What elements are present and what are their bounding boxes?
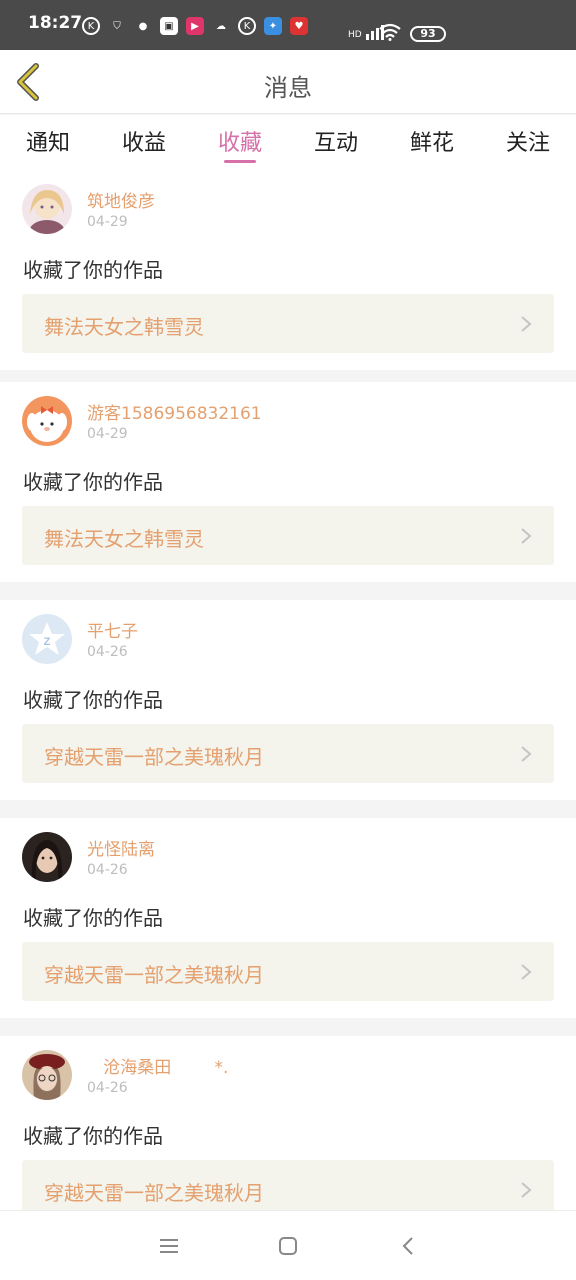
heart-app-icon: ♥ <box>290 17 308 35</box>
app-icon: ▣ <box>160 17 178 35</box>
username[interactable]: 平七子 <box>87 617 138 642</box>
username[interactable]: 游客1586956832161 <box>87 399 262 424</box>
list-item: 游客1586956832161 04-29 收藏了你的作品 舞法天女之韩雪灵 <box>0 382 576 582</box>
video-app-icon: ▶ <box>186 17 204 35</box>
date: 04-26 <box>87 1080 128 1096</box>
active-tab-indicator <box>224 160 256 163</box>
tab-flowers[interactable]: 鲜花 <box>384 125 480 157</box>
action-text: 收藏了你的作品 <box>23 906 163 930</box>
action-text: 收藏了你的作品 <box>23 1124 163 1148</box>
username[interactable]: 沧海桑田 *. <box>87 1053 228 1078</box>
username[interactable]: 筑地俊彦 <box>87 187 155 212</box>
chevron-right-icon <box>521 316 532 332</box>
work-title: 穿越天雷一部之美瑰秋月 <box>44 963 264 987</box>
work-link[interactable]: 舞法天女之韩雪灵 <box>22 294 554 353</box>
chevron-right-icon <box>521 1182 532 1198</box>
shield-icon: ⛉ <box>113 20 121 32</box>
page-title: 消息 <box>264 74 312 102</box>
avatar[interactable] <box>22 1050 72 1100</box>
notification-icons: K ⛉ ● ▣ ▶ ☁ K ✦ ♥ <box>82 16 316 36</box>
tab-favorites[interactable]: 收藏 <box>192 125 288 157</box>
chevron-right-icon <box>521 964 532 980</box>
page-header: 消息 <box>0 50 576 114</box>
avatar[interactable]: Z <box>22 614 72 664</box>
work-link[interactable]: 舞法天女之韩雪灵 <box>22 506 554 565</box>
menu-icon[interactable] <box>158 1235 180 1257</box>
wechat-icon: ● <box>138 20 148 32</box>
work-title: 穿越天雷一部之美瑰秋月 <box>44 745 264 769</box>
date: 04-29 <box>87 426 128 442</box>
list-item: 光怪陆离 04-26 收藏了你的作品 穿越天雷一部之美瑰秋月 <box>0 818 576 1018</box>
chevron-right-icon <box>521 746 532 762</box>
date: 04-29 <box>87 214 128 230</box>
tab-notice[interactable]: 通知 <box>0 125 96 157</box>
status-time: 18:27 <box>28 13 83 33</box>
work-title: 舞法天女之韩雪灵 <box>44 315 204 339</box>
date: 04-26 <box>87 644 128 660</box>
avatar[interactable] <box>22 396 72 446</box>
tab-earnings[interactable]: 收益 <box>96 125 192 157</box>
avatar[interactable] <box>22 832 72 882</box>
action-text: 收藏了你的作品 <box>23 688 163 712</box>
tab-bar: 通知 收益 收藏 互动 鲜花 关注 <box>0 115 576 170</box>
chevron-right-icon <box>521 528 532 544</box>
home-icon[interactable] <box>277 1235 299 1257</box>
tab-follow[interactable]: 关注 <box>480 125 576 157</box>
cloud-icon: ☁ <box>216 20 226 32</box>
wifi-icon <box>379 23 401 41</box>
username[interactable]: 光怪陆离 <box>87 835 155 860</box>
k-app-icon-2: K <box>238 17 256 35</box>
action-text: 收藏了你的作品 <box>23 470 163 494</box>
list-item: 沧海桑田 *. 04-26 收藏了你的作品 穿越天雷一部之美瑰秋月 <box>0 1036 576 1236</box>
battery-indicator: 93 <box>410 26 446 42</box>
tab-interaction[interactable]: 互动 <box>288 125 384 157</box>
k-app-icon: K <box>82 17 100 35</box>
back-icon[interactable] <box>398 1235 420 1257</box>
status-bar: 18:27 K ⛉ ● ▣ ▶ ☁ K ✦ ♥ HD 93 <box>0 0 576 50</box>
work-title: 舞法天女之韩雪灵 <box>44 527 204 551</box>
date: 04-26 <box>87 862 128 878</box>
action-text: 收藏了你的作品 <box>23 258 163 282</box>
avatar[interactable] <box>22 184 72 234</box>
work-link[interactable]: 穿越天雷一部之美瑰秋月 <box>22 724 554 783</box>
work-link[interactable]: 穿越天雷一部之美瑰秋月 <box>22 942 554 1001</box>
list-item: Z 平七子 04-26 收藏了你的作品 穿越天雷一部之美瑰秋月 <box>0 600 576 800</box>
list-item: 筑地俊彦 04-29 收藏了你的作品 舞法天女之韩雪灵 <box>0 170 576 370</box>
work-title: 穿越天雷一部之美瑰秋月 <box>44 1181 264 1205</box>
map-app-icon: ✦ <box>264 17 282 35</box>
system-nav-bar <box>0 1210 576 1280</box>
svg-text:Z: Z <box>44 636 51 648</box>
